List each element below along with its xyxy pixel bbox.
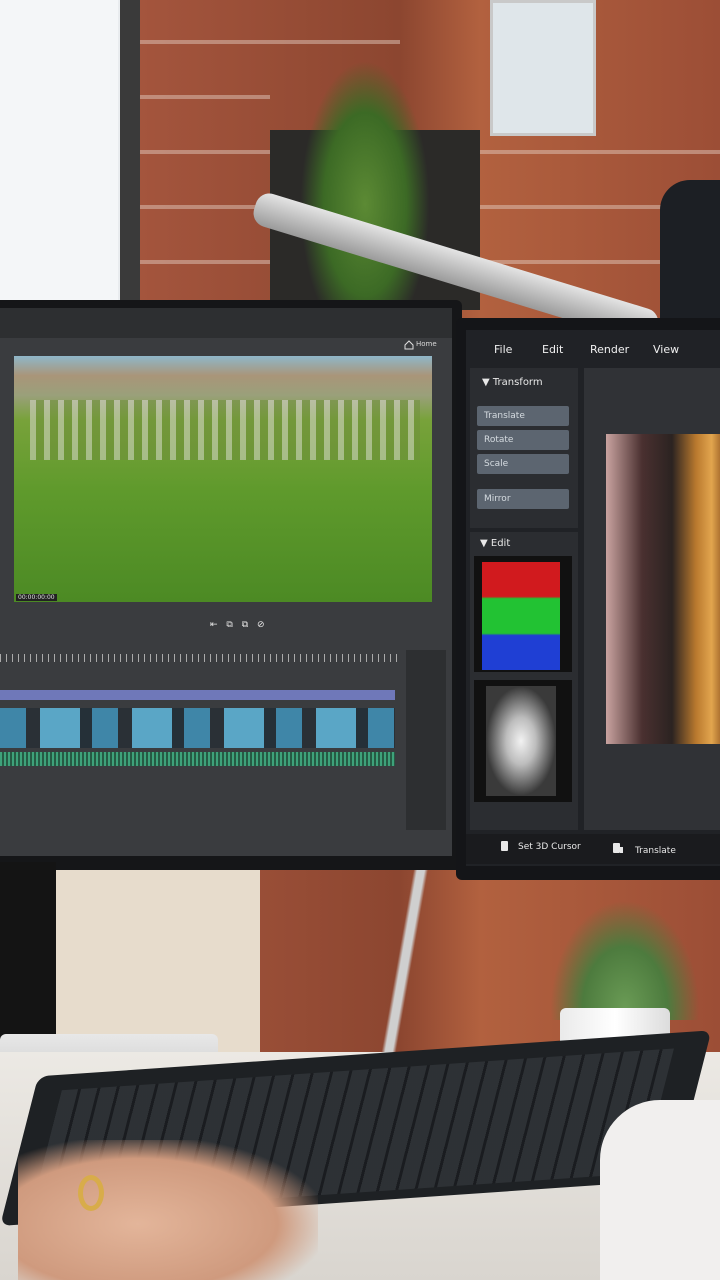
scale-button[interactable]: Scale	[477, 454, 569, 474]
home-label[interactable]: Home	[416, 340, 437, 348]
brick-mortar-line	[140, 40, 400, 44]
rotate-button[interactable]: Rotate	[477, 430, 569, 450]
brick-mortar-line	[140, 150, 270, 154]
brick-mortar-line	[140, 95, 270, 99]
menu-edit[interactable]: Edit	[542, 343, 563, 356]
tripod	[250, 870, 580, 1060]
menu-render[interactable]: Render	[590, 343, 629, 356]
hand	[18, 1140, 318, 1280]
edit-panel-title[interactable]: ▼ Edit	[480, 538, 510, 549]
sleeve	[600, 1100, 720, 1280]
cursor-icon[interactable]	[500, 840, 510, 852]
timeline-side-panel[interactable]	[406, 650, 446, 830]
brick-mortar-line	[140, 260, 270, 264]
menu-view[interactable]: View	[653, 343, 679, 356]
saxophone-preview-image	[606, 434, 720, 744]
preview-village-detail	[30, 400, 420, 460]
transform-panel-title[interactable]: ▼ Transform	[482, 377, 543, 388]
waveform-thumbnail	[486, 686, 556, 796]
cabinet	[40, 870, 260, 1060]
window	[0, 0, 118, 300]
monitor-stand	[0, 862, 56, 1052]
timeline-track-overlay[interactable]	[0, 690, 395, 700]
brick-mortar-line	[140, 205, 270, 209]
preview-timecode: 00:00:00:00	[16, 594, 57, 601]
editor-menubar	[0, 308, 452, 338]
rgb-channels-thumbnail	[482, 562, 560, 670]
home-icon[interactable]	[404, 340, 414, 350]
playback-controls[interactable]: ⇤ ⧉ ⧉ ⊘	[210, 620, 268, 630]
translate-icon[interactable]	[612, 842, 624, 854]
set-3d-cursor-button[interactable]: Set 3D Cursor	[518, 842, 581, 852]
menu-file[interactable]: File	[494, 343, 512, 356]
mirror-button[interactable]: Mirror	[477, 489, 569, 509]
timeline-audio-waveform[interactable]	[0, 752, 395, 766]
video-preview[interactable]	[14, 356, 432, 602]
wall-poster	[490, 0, 596, 136]
translate-tool-button[interactable]: Translate	[635, 846, 676, 856]
ring	[78, 1175, 104, 1211]
timeline-ruler[interactable]	[0, 654, 400, 662]
timeline-video-clips[interactable]	[0, 708, 395, 748]
succulent-plant	[550, 900, 700, 1020]
brick-mortar-line	[480, 150, 720, 154]
translate-button[interactable]: Translate	[477, 406, 569, 426]
